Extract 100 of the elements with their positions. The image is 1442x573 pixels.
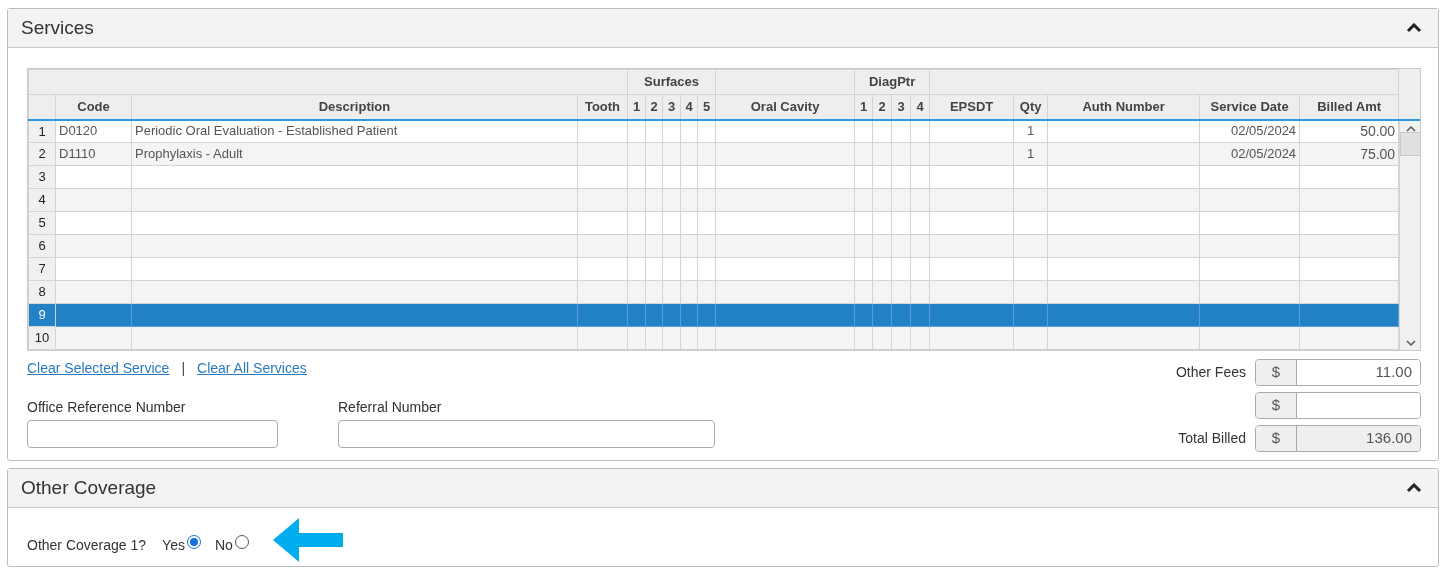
table-cell <box>910 119 930 143</box>
table-cell <box>854 211 873 235</box>
table-cell <box>697 280 716 304</box>
currency-field[interactable]: $ 11.00 <box>1255 359 1421 386</box>
field-label: Referral Number <box>338 398 443 417</box>
table-cell <box>910 234 930 258</box>
table-cell <box>697 188 716 212</box>
table-row[interactable]: 4 <box>28 188 1399 212</box>
table-cell <box>891 257 911 281</box>
table-cell <box>872 165 892 189</box>
table-cell: 50.00 <box>1299 119 1399 143</box>
table-cell <box>1013 303 1048 327</box>
table-cell <box>910 211 930 235</box>
currency-field[interactable]: $ <box>1255 392 1421 419</box>
table-cell <box>854 257 873 281</box>
table-cell <box>577 119 628 143</box>
row-number: 2 <box>28 142 56 166</box>
radio-option[interactable]: No <box>214 534 249 556</box>
fee-label: Total Billed <box>1178 429 1246 448</box>
chevron-up-icon[interactable] <box>1406 23 1422 33</box>
table-cell: Prophylaxis - Adult <box>131 142 578 166</box>
table-cell <box>910 257 930 281</box>
table-cell <box>680 165 698 189</box>
table-cell <box>1013 257 1048 281</box>
table-cell: Periodic Oral Evaluation - Established Patient <box>131 119 578 143</box>
table-cell <box>627 142 646 166</box>
column-group-header: DiagPtr <box>854 69 930 95</box>
table-cell <box>662 142 681 166</box>
table-cell <box>854 142 873 166</box>
table-cell <box>891 165 911 189</box>
table-cell <box>577 165 628 189</box>
table-cell <box>910 188 930 212</box>
input-field[interactable] <box>27 420 278 448</box>
table-cell <box>854 303 873 327</box>
table-cell <box>627 165 646 189</box>
scroll-down-icon[interactable] <box>1404 339 1417 347</box>
table-cell <box>1013 234 1048 258</box>
table-row[interactable]: 7 <box>28 257 1399 281</box>
scrollbar-thumb[interactable] <box>1400 132 1420 156</box>
table-cell <box>645 234 663 258</box>
link[interactable]: Clear All Services <box>197 358 307 379</box>
table-cell <box>697 142 716 166</box>
table-cell <box>645 257 663 281</box>
link[interactable]: Clear Selected Service <box>27 358 170 379</box>
row-number: 6 <box>28 234 56 258</box>
table-cell: 1 <box>1013 119 1048 143</box>
table-cell <box>645 119 663 143</box>
scroll-up-icon[interactable] <box>1404 124 1417 132</box>
table-cell <box>662 211 681 235</box>
table-row[interactable]: 9 <box>28 303 1399 327</box>
table-cell <box>627 303 646 327</box>
scrollbar[interactable] <box>1399 121 1420 350</box>
table-cell <box>697 119 716 143</box>
table-cell: 02/05/2024 <box>1199 119 1300 143</box>
row-number: 9 <box>28 303 56 327</box>
table-cell <box>662 257 681 281</box>
table-cell <box>872 119 892 143</box>
table-cell <box>680 303 698 327</box>
pointer-arrow <box>272 518 343 562</box>
question-label: Other Coverage 1? <box>27 535 147 555</box>
table-cell <box>891 188 911 212</box>
table-cell <box>891 303 911 327</box>
table-cell <box>577 280 628 304</box>
table-row[interactable]: 8 <box>28 280 1399 304</box>
table-cell <box>577 257 628 281</box>
table-cell <box>1013 211 1048 235</box>
table-cell <box>645 280 663 304</box>
input-field[interactable] <box>338 420 715 448</box>
row-number: 8 <box>28 280 56 304</box>
table-cell <box>627 280 646 304</box>
table-cell <box>891 211 911 235</box>
table-cell <box>891 280 911 304</box>
chevron-up-icon[interactable] <box>1406 483 1422 493</box>
table-cell <box>910 142 930 166</box>
table-row[interactable]: 1 D0120 Periodic Oral Evaluation - Established Patient 1 02/05/2024 50.00 <box>28 119 1399 143</box>
table-cell <box>627 211 646 235</box>
table-cell <box>577 142 628 166</box>
table-cell <box>627 119 646 143</box>
table-row[interactable]: 2 D1110 Prophylaxis - Adult 1 02/05/2024 75.00 <box>28 142 1399 166</box>
table-cell: 02/05/2024 <box>1199 142 1300 166</box>
table-row[interactable]: 5 <box>28 211 1399 235</box>
table-cell <box>627 234 646 258</box>
fee-label: Other Fees <box>1175 363 1246 382</box>
link-separator: | <box>181 359 186 378</box>
radio-option[interactable]: Yes <box>162 534 201 556</box>
table-row[interactable]: 6 <box>28 234 1399 258</box>
panel-header[interactable]: Other Coverage <box>8 469 1438 508</box>
table-cell <box>872 280 892 304</box>
table-cell <box>680 188 698 212</box>
table-cell <box>662 303 681 327</box>
table-cell <box>680 119 698 143</box>
table-cell: D1110 <box>55 142 132 166</box>
row-number: 1 <box>28 119 56 143</box>
table-cell <box>910 303 930 327</box>
table-cell: 75.00 <box>1299 142 1399 166</box>
table-row[interactable]: 3 <box>28 165 1399 189</box>
table-row[interactable]: 10 <box>28 326 1399 350</box>
table-cell <box>872 211 892 235</box>
table-cell <box>697 303 716 327</box>
panel-header[interactable]: Services <box>8 9 1438 48</box>
